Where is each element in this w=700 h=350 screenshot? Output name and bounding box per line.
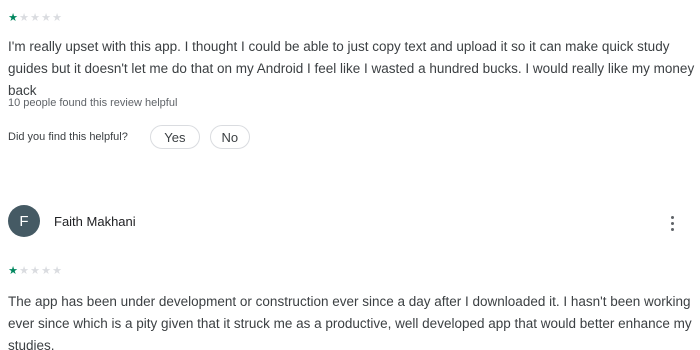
star-icon: ★ [8,265,18,277]
review-2-text: The app has been under development or co… [8,294,692,350]
star-icon: ★ [30,12,40,24]
review-2-author: F Faith Makhani [8,205,136,237]
star-icon: ★ [19,12,29,24]
star-icon: ★ [52,12,62,24]
helpful-yes-button[interactable]: Yes [149,125,200,149]
star-icon: ★ [30,265,40,277]
review-1-text: I'm really upset with this app. I though… [8,39,695,98]
menu-dot [670,227,674,231]
review-1-helpful-row: Did you find this helpful? Yes No [8,125,260,149]
menu-dot [670,221,674,225]
reviewer-name: Faith Makhani [54,213,136,229]
helpful-question: Did you find this helpful? [8,131,128,143]
review-1-rating: ★ ★ ★ ★ ★ [8,13,62,24]
star-icon: ★ [41,12,51,24]
review-2-rating: ★ ★ ★ ★ ★ [8,266,62,277]
helpful-no-button[interactable]: No [209,125,250,149]
menu-dot [670,215,674,219]
review-1-helpful-count: 10 people found this review helpful [8,97,178,109]
star-icon: ★ [52,265,62,277]
avatar: F [8,205,40,237]
reviews-page: ★ ★ ★ ★ ★ I'm really upset with this app… [0,0,700,350]
star-icon: ★ [41,265,51,277]
star-icon: ★ [19,265,29,277]
more-vert-icon[interactable] [664,212,680,234]
star-icon: ★ [8,12,18,24]
